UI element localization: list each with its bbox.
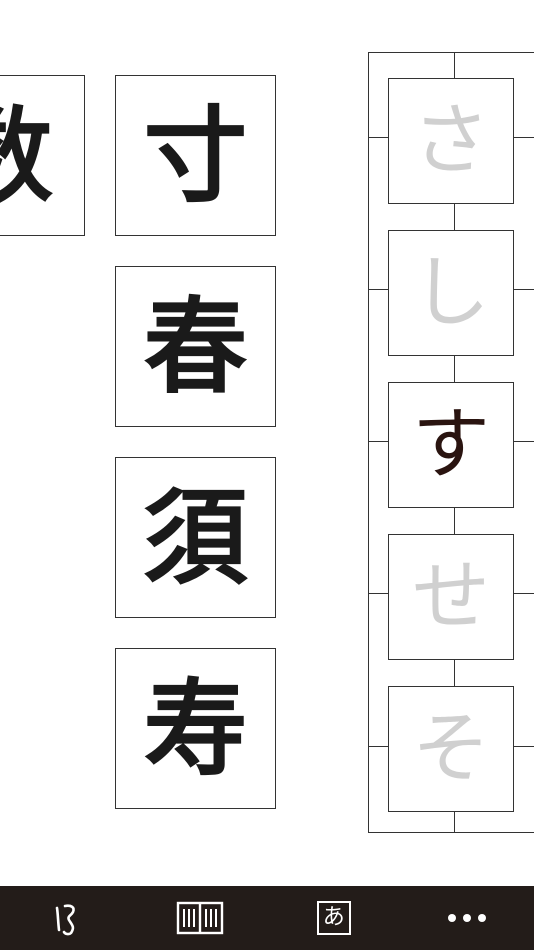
bottom-toolbar: あ <box>0 886 534 950</box>
kana-button-su[interactable]: す <box>388 382 514 508</box>
kana-button-sa[interactable]: さ <box>388 78 514 204</box>
kana-character: す <box>411 400 490 490</box>
more-dots-icon <box>447 913 487 923</box>
toolbar-book-button[interactable] <box>160 886 240 950</box>
grid-line <box>368 289 388 290</box>
grid-line <box>514 289 534 290</box>
grid-line <box>514 746 534 747</box>
kana-character: せ <box>411 552 490 642</box>
toolbar-brush-button[interactable] <box>27 886 107 950</box>
grid-line <box>514 441 534 442</box>
toolbar-more-button[interactable] <box>427 886 507 950</box>
kanji-character: 数 <box>0 103 53 208</box>
brush-stroke-icon <box>47 898 87 938</box>
toolbar-hiragana-button[interactable]: あ <box>294 886 374 950</box>
grid-line <box>454 508 455 534</box>
kana-character: し <box>411 248 490 338</box>
kana-button-se[interactable]: せ <box>388 534 514 660</box>
kanji-card[interactable]: 寸 <box>115 75 276 236</box>
hiragana-a-label: あ <box>322 905 345 930</box>
kana-character: さ <box>411 96 490 186</box>
kanji-character: 春 <box>143 284 248 408</box>
grid-line <box>368 593 388 594</box>
grid-line <box>514 593 534 594</box>
kanji-card-partial[interactable]: 数 <box>0 75 85 236</box>
grid-line <box>454 52 455 78</box>
kanji-card[interactable]: 寿 <box>115 648 276 809</box>
kanji-character: 寸 <box>143 93 248 217</box>
grid-line <box>368 746 388 747</box>
kanji-card[interactable]: 春 <box>115 266 276 427</box>
kana-button-shi[interactable]: し <box>388 230 514 356</box>
grid-line <box>454 204 455 230</box>
grid-line <box>368 441 388 442</box>
kanji-card[interactable]: 須 <box>115 457 276 618</box>
kanji-character: 寿 <box>143 666 248 790</box>
hiragana-a-icon: あ <box>316 901 351 935</box>
book-icon <box>176 900 224 936</box>
kana-character: そ <box>411 704 490 794</box>
grid-line <box>514 137 534 138</box>
kanji-character: 須 <box>143 475 248 599</box>
kana-button-so[interactable]: そ <box>388 686 514 812</box>
grid-line <box>454 812 455 833</box>
grid-line <box>454 660 455 686</box>
grid-line <box>454 356 455 382</box>
grid-line <box>368 137 388 138</box>
